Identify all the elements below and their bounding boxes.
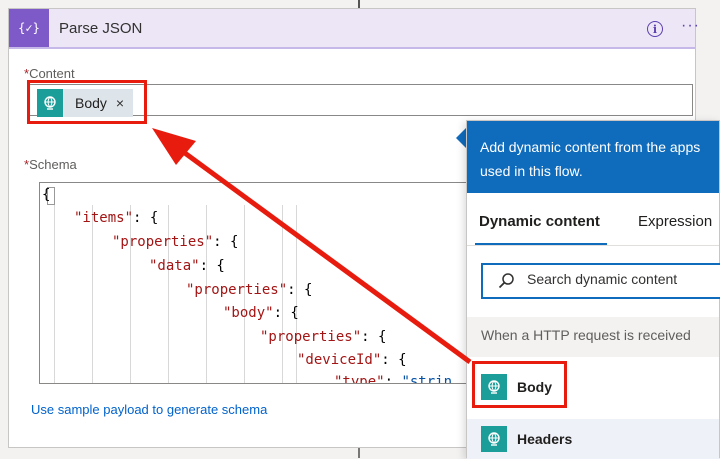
annotation-arrow — [152, 128, 472, 365]
